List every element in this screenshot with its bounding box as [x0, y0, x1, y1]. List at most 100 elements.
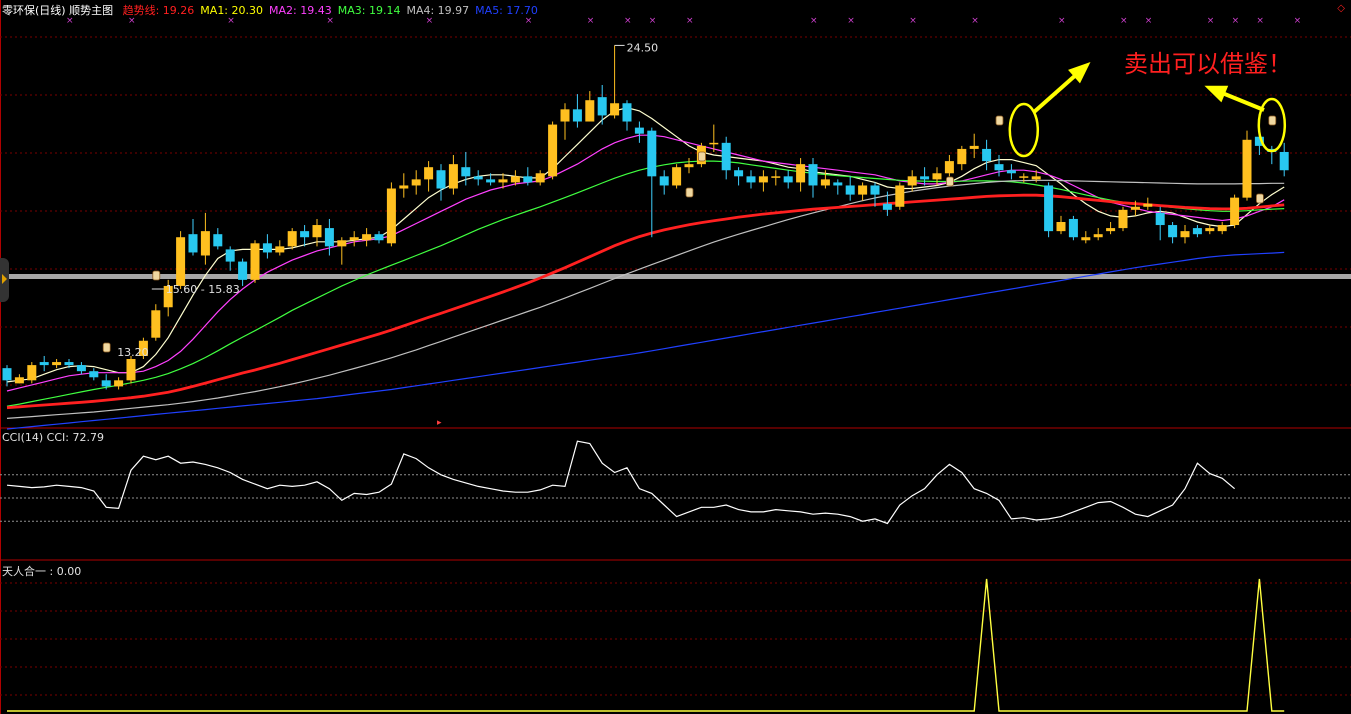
cci-label: CCI(14) CCI: 72.79 [2, 431, 104, 444]
candle-body [324, 228, 334, 247]
ma-line-趋势线 [6, 193, 1285, 410]
pivot-price-label: 15.60 - 15.83 [166, 283, 240, 296]
signal-x-marker: × [624, 16, 632, 26]
candle-body [1056, 222, 1066, 232]
candle-body [932, 173, 942, 180]
indicator-1: MA1: 20.30 [200, 4, 264, 17]
hand-marker-icon [1256, 193, 1264, 204]
candle-body [312, 225, 322, 238]
candle-body [895, 185, 905, 207]
sell-annotation: 卖出可以借鉴！ [1124, 50, 1292, 78]
candlestick-series [2, 45, 1289, 390]
high-price-label: 24.50 [627, 41, 659, 54]
candle-body [287, 231, 297, 247]
signal-x-marker: × [1232, 16, 1240, 26]
candle-body [585, 100, 595, 122]
candle-body [1279, 151, 1289, 171]
grid-lines [0, 0, 1351, 714]
chart-header: 零环保(日线) 顺势主图 趋势线: 19.26 MA1: 20.30 MA2: 19… [2, 2, 550, 18]
candle-body [275, 246, 285, 253]
candle-body [820, 179, 830, 186]
scroll-marker-icon: ▸ [437, 418, 442, 428]
candle-body [1106, 228, 1116, 232]
candle-body [597, 97, 607, 116]
candle-body [771, 176, 781, 178]
indicator-4: MA4: 19.97 [406, 4, 470, 17]
candle-body [845, 185, 855, 195]
candle-body [76, 365, 86, 372]
cci-line [6, 440, 1235, 525]
candle-body [1217, 225, 1227, 232]
candle-body [783, 176, 793, 183]
signal-x-marker: × [649, 16, 657, 26]
candle-body [1155, 212, 1165, 226]
candle-body [14, 377, 24, 384]
highlight-ellipse [1008, 102, 1040, 158]
candle-body [89, 371, 99, 378]
candle-body [424, 167, 434, 180]
separator-bar [0, 274, 1351, 279]
candle-body [498, 179, 508, 183]
candle-body [126, 359, 136, 381]
expand-panel-tab[interactable] [0, 258, 9, 302]
callout-arrow [1204, 85, 1265, 112]
candle-body [1068, 218, 1078, 238]
candle-body [647, 130, 657, 177]
candle-body [1230, 197, 1240, 226]
hand-marker-icon [995, 115, 1004, 126]
callout-arrow [1032, 62, 1091, 114]
candle-body [746, 176, 756, 183]
candle-body [610, 103, 620, 116]
indicator-3: MA3: 19.14 [337, 4, 401, 17]
candle-body [52, 362, 62, 366]
candle-body [349, 237, 359, 241]
signal-x-marker: × [1120, 16, 1128, 26]
candle-body [523, 176, 533, 183]
hand-marker-icon [685, 187, 694, 198]
candle-body [572, 109, 582, 122]
candle-body [672, 167, 682, 186]
indicator-2: MA2: 19.43 [269, 4, 332, 17]
hand-marker-icon [102, 342, 111, 353]
candle-body [436, 170, 446, 189]
candle-body [969, 145, 979, 149]
candle-body [1168, 225, 1178, 238]
candle-body [634, 127, 644, 134]
candle-body [399, 185, 409, 189]
candle-body [114, 380, 124, 387]
candle-body [262, 243, 272, 253]
candle-body [386, 188, 396, 244]
signal-x-marker: × [686, 16, 694, 26]
stock-chart[interactable]: 24.5015.60 - 15.8313.20× × × × × × × × × × × × × × × × ×… [0, 0, 1351, 714]
candle-body [176, 237, 186, 286]
candle-body [833, 182, 843, 186]
low-price-label: 13.20 [117, 346, 149, 359]
candle-body [300, 231, 310, 238]
candle-body [1180, 231, 1190, 238]
window-diamond-icon[interactable]: ◇ [1337, 3, 1345, 14]
candle-body [362, 234, 372, 241]
signal-x-marker: × [1145, 16, 1153, 26]
candle-body [411, 179, 421, 186]
candle-body [374, 234, 384, 241]
moving-average-lines [6, 107, 1285, 430]
indicator-legend: 趋势线: 19.26 MA1: 20.30 MA2: 19.43 MA3: 19.14… [123, 4, 544, 17]
candle-body [1093, 234, 1103, 238]
candle-body [1205, 228, 1215, 232]
signal-x-marker: × [1256, 16, 1264, 26]
candle-body [461, 167, 471, 177]
chart-title: 零环保(日线) 顺势主图 [2, 4, 114, 17]
signal-x-marker: × [847, 16, 855, 26]
candle-body [337, 240, 347, 247]
chart-annotations: 24.5015.60 - 15.8313.20× × × × × × × × × × × × × × × × ×… [66, 16, 1301, 428]
signal-x-marker: × [1058, 16, 1066, 26]
candle-body [101, 380, 111, 387]
candle-body [510, 176, 520, 183]
candle-body [1006, 170, 1016, 174]
signal-x-marker: × [1294, 16, 1302, 26]
tianren-line [7, 578, 1285, 712]
ma-line-MA4 [6, 179, 1285, 419]
candle-body [39, 362, 49, 366]
candle-body [944, 161, 954, 174]
candle-body [1192, 228, 1202, 235]
